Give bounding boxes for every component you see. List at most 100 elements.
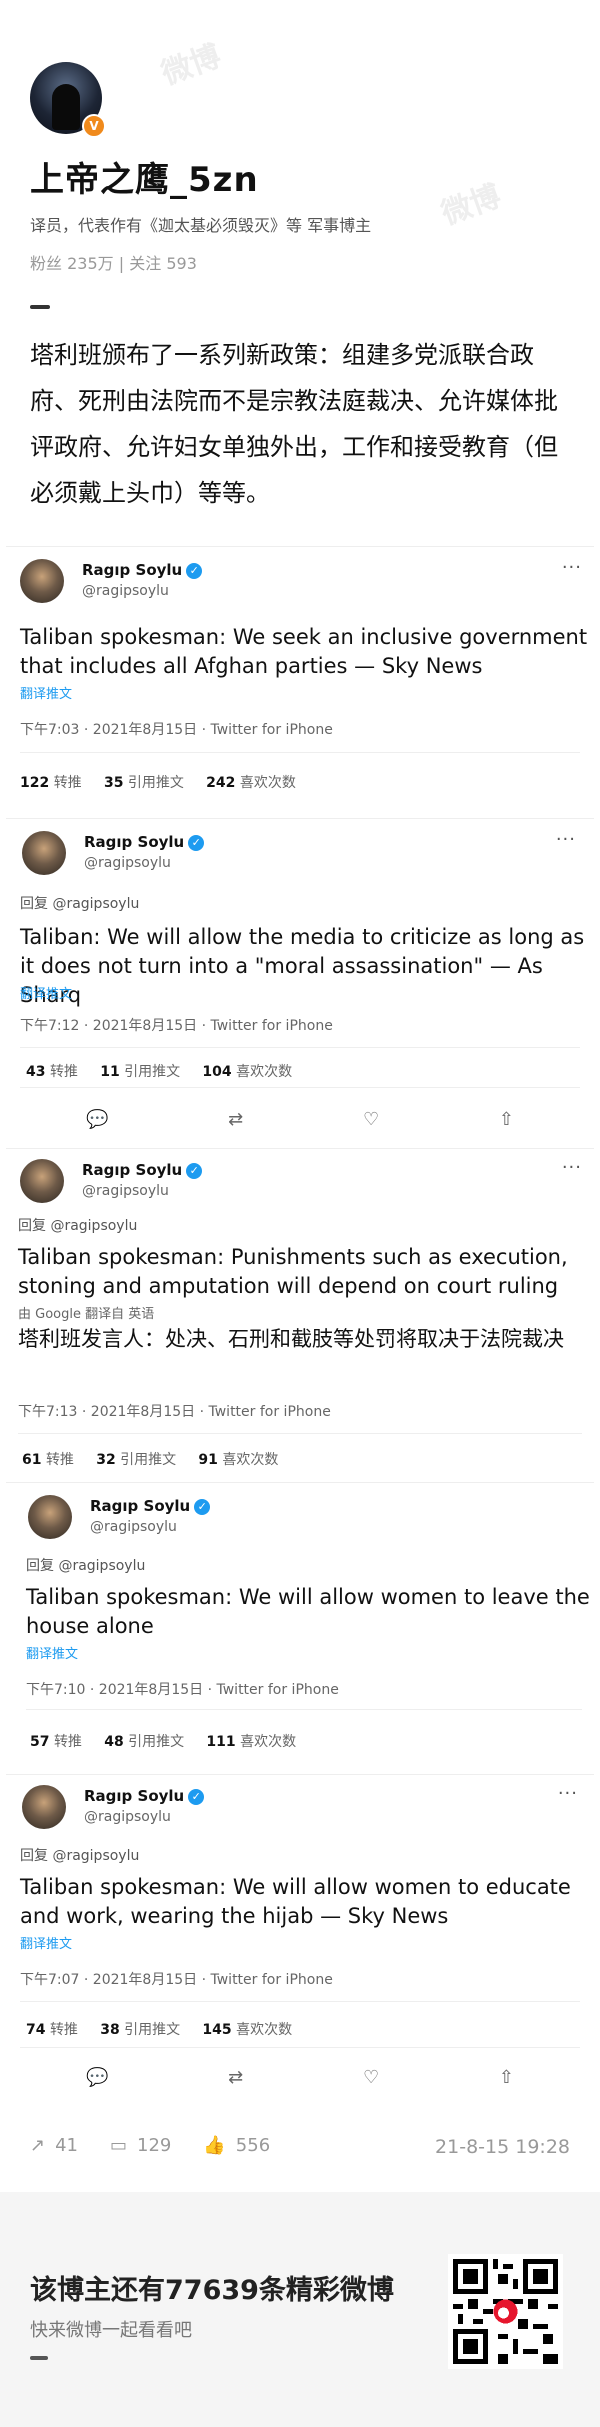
tweet-card: Ragıp Soylu ✓ @ragipsoylu ··· 回复 @ragipso… <box>6 1148 594 1479</box>
retweet-icon[interactable]: ⇄ <box>228 1109 243 1130</box>
quote-count[interactable]: 32 <box>96 1452 115 1468</box>
like-label: 喜欢次数 <box>222 1452 279 1468</box>
divider <box>20 2001 580 2002</box>
following-count[interactable]: 593 <box>166 254 197 273</box>
tweet-card: Ragıp Soylu ✓ @ragipsoylu ··· 回复 @ragipso… <box>6 818 594 1149</box>
tweet-stats: 43 转推 11 引用推文 104 喜欢次数 <box>26 1061 292 1081</box>
tweet-stats: 122 转推 35 引用推文 242 喜欢次数 <box>20 772 296 792</box>
retweet-count[interactable]: 57 <box>30 1734 49 1750</box>
reply-to-text[interactable]: 回复 @ragipsoylu <box>18 1218 137 1234</box>
translate-tweet-link[interactable]: 翻译推文 <box>20 683 72 702</box>
section-divider <box>30 305 50 309</box>
reply-icon[interactable]: 💬 <box>86 1109 108 1130</box>
like-label: 喜欢次数 <box>240 1734 297 1750</box>
divider <box>26 1709 582 1710</box>
tweet-handle[interactable]: @ragipsoylu <box>84 855 171 871</box>
tweet-author-name: Ragıp Soylu <box>82 561 183 579</box>
tweet-author[interactable]: Ragıp Soylu ✓ <box>82 1161 203 1179</box>
more-options-icon[interactable]: ··· <box>558 1783 578 1804</box>
more-options-icon[interactable]: ··· <box>562 557 582 578</box>
translate-tweet-link[interactable]: 翻译推文 <box>20 1933 72 1952</box>
quote-count[interactable]: 48 <box>104 1734 123 1750</box>
tweet-actions: 💬 ⇄ ♡ ⇧ <box>86 1109 514 1130</box>
retweet-label: 转推 <box>49 2022 78 2038</box>
follow-stats: 粉丝 235万 | 关注 593 <box>30 250 197 274</box>
tweet-author-name: Ragıp Soylu <box>84 1787 185 1805</box>
quote-count[interactable]: 38 <box>100 2022 119 2038</box>
tweet-meta: 下午7:10 · 2021年8月15日 · Twitter for iPhone <box>26 1682 339 1698</box>
quote-count[interactable]: 11 <box>100 1064 119 1080</box>
tweet-author-name: Ragıp Soylu <box>82 1161 183 1179</box>
translate-tweet-link[interactable]: 翻译推文 <box>26 1643 78 1662</box>
followers-label: 粉丝 <box>30 254 63 273</box>
tweet-author[interactable]: Ragıp Soylu ✓ <box>82 561 203 579</box>
tweet-author[interactable]: Ragıp Soylu ✓ <box>84 1787 205 1805</box>
like-count[interactable]: 242 <box>206 775 235 791</box>
tweet-handle[interactable]: @ragipsoylu <box>84 1809 171 1825</box>
divider <box>18 1433 582 1434</box>
quote-count[interactable]: 35 <box>104 775 123 791</box>
like-icon[interactable]: ♡ <box>363 1109 379 1130</box>
comment-icon[interactable]: ▭ <box>110 2135 127 2156</box>
google-translate-line[interactable]: 由 Google 翻译自 英语 <box>18 1303 154 1322</box>
retweet-label: 转推 <box>49 1064 78 1080</box>
reply-to: 回复 @ragipsoylu <box>18 1215 137 1235</box>
like-count[interactable]: 111 <box>206 1734 235 1750</box>
tweet-text: Taliban spokesman: We will allow women t… <box>20 1875 571 1928</box>
qr-code[interactable] <box>448 2254 563 2369</box>
like-count[interactable]: 145 <box>202 2022 231 2038</box>
retweet-icon[interactable]: ⇄ <box>228 2067 243 2088</box>
comment-count[interactable]: 129 <box>137 2135 171 2156</box>
quote-label: 引用推文 <box>128 1734 185 1750</box>
tweet-author-name: Ragıp Soylu <box>84 833 185 851</box>
repost-icon[interactable]: ↗ <box>30 2135 45 2156</box>
like-icon[interactable]: ♡ <box>363 2067 379 2088</box>
tweet-handle[interactable]: @ragipsoylu <box>82 583 169 599</box>
post-timestamp: 21-8-15 19:28 <box>435 2136 570 2158</box>
divider <box>20 752 580 753</box>
reply-to: 回复 @ragipsoylu <box>20 893 139 913</box>
share-icon[interactable]: ⇧ <box>499 1109 514 1130</box>
tweet-avatar[interactable] <box>22 831 66 875</box>
followers-count[interactable]: 235万 <box>67 254 114 273</box>
reply-to-text[interactable]: 回复 @ragipsoylu <box>20 896 139 912</box>
reply-to-text[interactable]: 回复 @ragipsoylu <box>26 1558 145 1574</box>
tweet-avatar[interactable] <box>20 559 64 603</box>
like-label: 喜欢次数 <box>239 775 296 791</box>
reply-icon[interactable]: 💬 <box>86 2067 108 2088</box>
like-thumb-icon[interactable]: 👍 <box>203 2135 225 2156</box>
more-options-icon[interactable]: ··· <box>556 829 576 850</box>
like-count[interactable]: 556 <box>236 2135 270 2156</box>
retweet-count[interactable]: 43 <box>26 1064 45 1080</box>
tweet-avatar[interactable] <box>20 1159 64 1203</box>
retweet-count[interactable]: 122 <box>20 775 49 791</box>
tweet-handle[interactable]: @ragipsoylu <box>90 1519 177 1535</box>
watermark: 微博 <box>157 38 226 92</box>
more-options-icon[interactable]: ··· <box>562 1157 582 1178</box>
verified-check-icon: ✓ <box>188 1789 205 1805</box>
tweet-author-name: Ragıp Soylu <box>90 1497 191 1515</box>
retweet-count[interactable]: 61 <box>22 1452 41 1468</box>
tweet-avatar[interactable] <box>22 1785 66 1829</box>
tweet-author[interactable]: Ragıp Soylu ✓ <box>90 1497 211 1515</box>
retweet-count[interactable]: 74 <box>26 2022 45 2038</box>
quote-label: 引用推文 <box>127 775 184 791</box>
tweet-card: Ragıp Soylu ✓ @ragipsoylu 回复 @ragipsoylu … <box>6 1482 594 1773</box>
reply-to-text[interactable]: 回复 @ragipsoylu <box>20 1848 139 1864</box>
username[interactable]: 上帝之鹰_5zn <box>30 152 259 201</box>
promo-title: 该博主还有77639条精彩微博 <box>30 2275 394 2306</box>
like-count[interactable]: 104 <box>202 1064 231 1080</box>
quote-label: 引用推文 <box>124 2022 181 2038</box>
like-count[interactable]: 91 <box>198 1452 217 1468</box>
tweet-meta: 下午7:12 · 2021年8月15日 · Twitter for iPhone <box>20 1018 333 1034</box>
verified-check-icon: ✓ <box>194 1499 211 1515</box>
like-label: 喜欢次数 <box>236 1064 293 1080</box>
repost-count[interactable]: 41 <box>55 2135 78 2156</box>
tweet-stats: 57 转推 48 引用推文 111 喜欢次数 <box>30 1731 296 1751</box>
tweet-author[interactable]: Ragıp Soylu ✓ <box>84 833 205 851</box>
tweet-handle[interactable]: @ragipsoylu <box>82 1183 169 1199</box>
translate-tweet-link[interactable]: 翻译推文 <box>20 983 72 1002</box>
share-icon[interactable]: ⇧ <box>499 2067 514 2088</box>
tweet-actions: 💬 ⇄ ♡ ⇧ <box>86 2067 514 2088</box>
tweet-avatar[interactable] <box>28 1495 72 1539</box>
